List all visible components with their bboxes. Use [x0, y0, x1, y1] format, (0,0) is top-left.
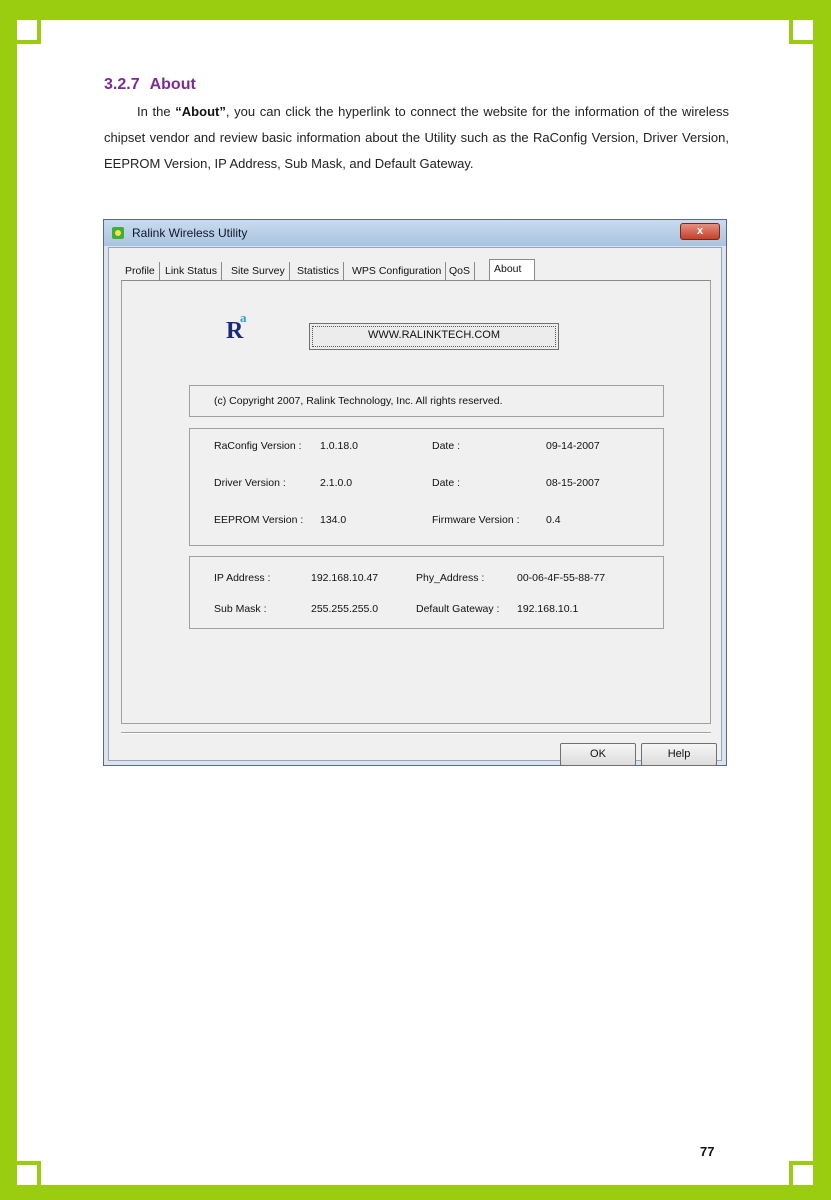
tab-site-survey[interactable]: Site Survey [227, 262, 290, 280]
button-separator [121, 732, 711, 734]
utility-window: Ralink Wireless Utility x Profile Link S… [103, 219, 727, 766]
section-number: 3.2.7 [104, 76, 140, 93]
driver-date-label: Date : [432, 477, 461, 489]
eeprom-version-value: 134.0 [320, 514, 347, 526]
tab-about[interactable]: About [489, 259, 535, 281]
network-info-box: IP Address : 192.168.10.47 Phy_Address :… [189, 556, 664, 629]
eeprom-version-label: EEPROM Version : [214, 514, 304, 526]
paragraph-text-start: In the [137, 104, 176, 119]
firmware-version-value: 0.4 [546, 514, 561, 526]
ip-address-value: 192.168.10.47 [311, 572, 379, 584]
phy-address-value: 00-06-4F-55-88-77 [517, 572, 606, 584]
tab-qos[interactable]: QoS [445, 262, 476, 280]
ralink-logo: Ra [226, 310, 247, 345]
default-gateway-value: 192.168.10.1 [517, 603, 579, 615]
page-frame-left [0, 0, 17, 1200]
driver-version-value: 2.1.0.0 [320, 477, 353, 489]
section-paragraph: In the “About”, you can click the hyperl… [104, 99, 729, 177]
tab-link-status[interactable]: Link Status [161, 262, 222, 280]
driver-version-label: Driver Version : [214, 477, 286, 489]
window-close-button[interactable]: x [680, 223, 720, 240]
firmware-version-label: Firmware Version : [432, 514, 520, 526]
frame-corner-bottom-right [789, 1161, 813, 1185]
page-number: 77 [700, 1144, 715, 1159]
page-frame-bottom [0, 1185, 831, 1200]
sub-mask-label: Sub Mask : [214, 603, 267, 615]
page-frame-top [0, 0, 831, 20]
raconfig-version-value: 1.0.18.0 [320, 440, 358, 452]
help-button[interactable]: Help [641, 743, 717, 766]
raconfig-version-label: RaConfig Version : [214, 440, 302, 452]
page-frame-right [813, 0, 831, 1200]
raconfig-date-label: Date : [432, 440, 461, 452]
logo-superscript: a [240, 310, 247, 325]
phy-address-label: Phy_Address : [416, 572, 485, 584]
ralink-app-icon [112, 227, 124, 239]
default-gateway-label: Default Gateway : [416, 603, 500, 615]
copyright-text: (c) Copyright 2007, Ralink Technology, I… [214, 395, 503, 407]
window-titlebar[interactable]: Ralink Wireless Utility x [104, 220, 726, 246]
section-title: About [149, 76, 196, 93]
paragraph-bold-about: “About” [175, 104, 226, 119]
section-heading: 3.2.7 About [104, 76, 196, 94]
ok-button[interactable]: OK [560, 743, 636, 766]
frame-corner-bottom-left [17, 1161, 41, 1185]
raconfig-date-value: 09-14-2007 [546, 440, 600, 452]
copyright-box: (c) Copyright 2007, Ralink Technology, I… [189, 385, 664, 417]
ip-address-label: IP Address : [214, 572, 271, 584]
tab-statistics[interactable]: Statistics [293, 262, 345, 280]
tab-wps-configuration[interactable]: WPS Configuration [348, 262, 447, 280]
version-info-box: RaConfig Version : 1.0.18.0 Date : 09-14… [189, 428, 664, 546]
frame-corner-top-left [17, 20, 41, 44]
window-title: Ralink Wireless Utility [132, 226, 248, 240]
website-link-button[interactable]: WWW.RALINKTECH.COM [309, 323, 559, 350]
window-client-area: Profile Link Status Site Survey Statisti… [108, 247, 722, 766]
frame-corner-top-right [789, 20, 813, 44]
about-panel: Ra WWW.RALINKTECH.COM (c) Copyright 2007… [121, 280, 711, 724]
sub-mask-value: 255.255.255.0 [311, 603, 379, 615]
driver-date-value: 08-15-2007 [546, 477, 600, 489]
tab-profile[interactable]: Profile [121, 262, 160, 280]
